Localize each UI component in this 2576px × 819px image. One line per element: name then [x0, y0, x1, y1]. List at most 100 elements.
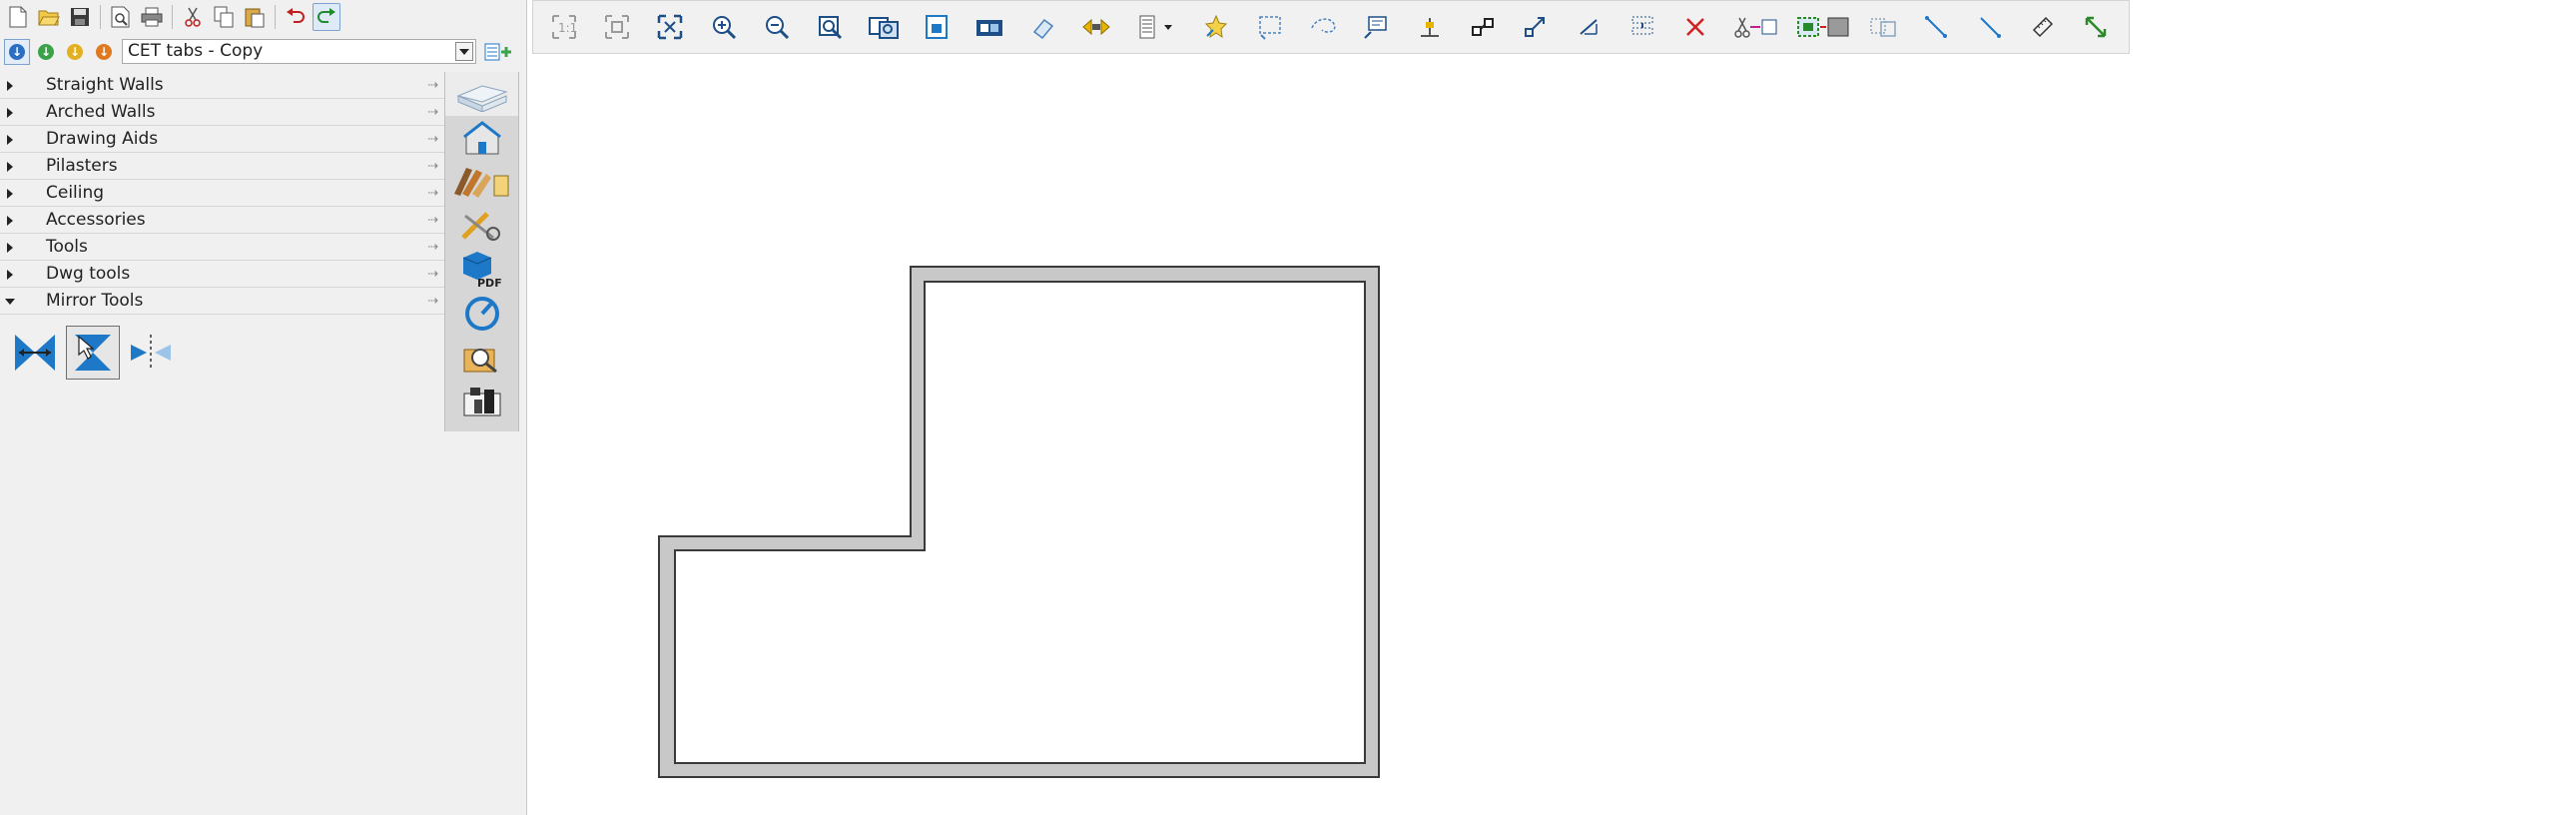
zoom-multi-icon — [868, 17, 899, 39]
toolbar-separator — [275, 5, 276, 29]
view-3d-button[interactable] — [969, 6, 1010, 48]
line-button[interactable] — [1916, 6, 1957, 48]
strip-button-measure[interactable] — [445, 204, 518, 248]
pin-icon[interactable]: ⇢ — [427, 153, 438, 180]
open-folder-icon — [38, 10, 60, 26]
zoom-1-1-button[interactable]: 1:1 — [543, 6, 584, 48]
resize-button[interactable] — [2076, 6, 2117, 48]
scale-button[interactable] — [1516, 6, 1557, 48]
category-dwg-tools[interactable]: Dwg tools ⇢ — [0, 261, 444, 288]
select-lasso-button[interactable] — [1302, 6, 1343, 48]
save-button[interactable] — [66, 3, 94, 31]
materials-icon — [453, 168, 508, 198]
strip-button-house[interactable] — [445, 116, 518, 160]
drawing-canvas[interactable] — [528, 54, 2576, 815]
category-tools[interactable]: Tools ⇢ — [0, 234, 444, 261]
toolbar-separator — [100, 5, 101, 29]
strip-button-walls[interactable] — [445, 72, 518, 116]
scale-icon — [1525, 17, 1546, 37]
mirror-axis-button[interactable] — [124, 326, 178, 380]
pin-icon[interactable]: ⇢ — [427, 234, 438, 261]
copy-button[interactable] — [210, 3, 238, 31]
snap-button[interactable] — [1409, 6, 1450, 48]
snap-icon — [1420, 18, 1439, 37]
mirror-vertical-button[interactable] — [66, 326, 120, 380]
view-3d-icon — [976, 20, 1003, 36]
stretch-button[interactable] — [1075, 6, 1116, 48]
left-panel: ↓ ↓ ↓ ↓ CET tabs - Copy Straight Walls ⇢ — [0, 0, 527, 815]
zoom-page-button[interactable] — [916, 6, 957, 48]
align-button[interactable] — [1569, 6, 1610, 48]
select-rectangle-button[interactable] — [1249, 6, 1290, 48]
filter-button-yellow[interactable]: ↓ — [62, 39, 88, 65]
delete-button[interactable] — [1675, 6, 1716, 48]
category-straight-walls[interactable]: Straight Walls ⇢ — [0, 72, 444, 99]
zoom-extents-button[interactable] — [650, 6, 691, 48]
dropdown-arrow-button[interactable] — [455, 42, 473, 61]
tab-selector-dropdown[interactable]: CET tabs - Copy — [122, 39, 476, 64]
category-mirror-tools[interactable]: Mirror Tools ⇢ — [0, 288, 444, 315]
measure-button[interactable] — [2022, 6, 2063, 48]
category-ceiling[interactable]: Ceiling ⇢ — [0, 180, 444, 207]
zoom-window-button[interactable] — [810, 6, 851, 48]
orange-down-arrow-icon: ↓ — [96, 44, 112, 60]
cut-paste-icon — [1733, 17, 1777, 38]
filter-button-all[interactable]: ↓ — [4, 39, 30, 65]
floor-plan[interactable] — [528, 54, 2576, 815]
strip-button-gauge[interactable] — [445, 292, 518, 336]
highlight-button[interactable] — [1196, 6, 1237, 48]
filter-button-orange[interactable]: ↓ — [91, 39, 117, 65]
select-info-button[interactable] — [1356, 6, 1397, 48]
strip-button-render[interactable] — [445, 380, 518, 423]
l-shaped-room-walls[interactable] — [658, 266, 1380, 778]
pin-icon[interactable]: ⇢ — [427, 72, 438, 99]
pin-icon[interactable]: ⇢ — [427, 261, 438, 288]
select-lasso-icon — [1311, 18, 1336, 33]
zoom-previous-icon — [604, 15, 629, 39]
cut-button[interactable] — [179, 3, 207, 31]
connect-button[interactable] — [1462, 6, 1503, 48]
tab-manage-button[interactable] — [482, 39, 516, 64]
category-accessories[interactable]: Accessories ⇢ — [0, 207, 444, 234]
category-label: Drawing Aids — [46, 129, 159, 149]
pin-icon[interactable]: ⇢ — [427, 126, 438, 153]
undo-button[interactable] — [282, 3, 310, 31]
tab-filter-row: ↓ ↓ ↓ ↓ CET tabs - Copy — [0, 36, 526, 68]
pin-icon[interactable]: ⇢ — [427, 180, 438, 207]
layers-dropdown-button[interactable] — [1129, 6, 1184, 48]
filter-button-green[interactable]: ↓ — [33, 39, 59, 65]
open-button[interactable] — [35, 3, 63, 31]
category-arched-walls[interactable]: Arched Walls ⇢ — [0, 99, 444, 126]
zoom-multi-button[interactable] — [863, 6, 904, 48]
redo-button[interactable] — [313, 3, 340, 31]
strip-button-materials[interactable] — [445, 160, 518, 204]
zoom-previous-button[interactable] — [596, 6, 637, 48]
mirror-vertical-icon — [75, 335, 111, 371]
category-pilasters[interactable]: Pilasters ⇢ — [0, 153, 444, 180]
mirror-horizontal-button[interactable] — [8, 326, 62, 380]
new-file-button[interactable] — [4, 3, 32, 31]
distribute-button[interactable] — [1621, 6, 1662, 48]
zoom-out-button[interactable] — [756, 6, 797, 48]
strip-button-pdf[interactable]: PDF — [445, 248, 518, 292]
cut-paste-button[interactable] — [1728, 6, 1783, 48]
expand-triangle-icon — [7, 243, 13, 253]
paste-button[interactable] — [241, 3, 269, 31]
category-drawing-aids[interactable]: Drawing Aids ⇢ — [0, 126, 444, 153]
print-button[interactable] — [138, 3, 166, 31]
zoom-in-button[interactable] — [703, 6, 744, 48]
category-label: Mirror Tools — [46, 291, 144, 311]
group-button[interactable] — [1795, 6, 1850, 48]
pin-icon[interactable]: ⇢ — [427, 99, 438, 126]
zoom-page-icon — [925, 15, 948, 39]
pin-icon[interactable]: ⇢ — [427, 288, 438, 315]
house-icon — [462, 121, 501, 155]
group-icon — [1796, 17, 1849, 37]
eraser-button[interactable] — [1022, 6, 1063, 48]
ungroup-button[interactable] — [1862, 6, 1903, 48]
delete-icon — [1686, 18, 1705, 36]
print-preview-button[interactable] — [107, 3, 135, 31]
dimension-line-button[interactable] — [1969, 6, 2010, 48]
strip-button-catalog-zoom[interactable] — [445, 336, 518, 380]
pin-icon[interactable]: ⇢ — [427, 207, 438, 234]
